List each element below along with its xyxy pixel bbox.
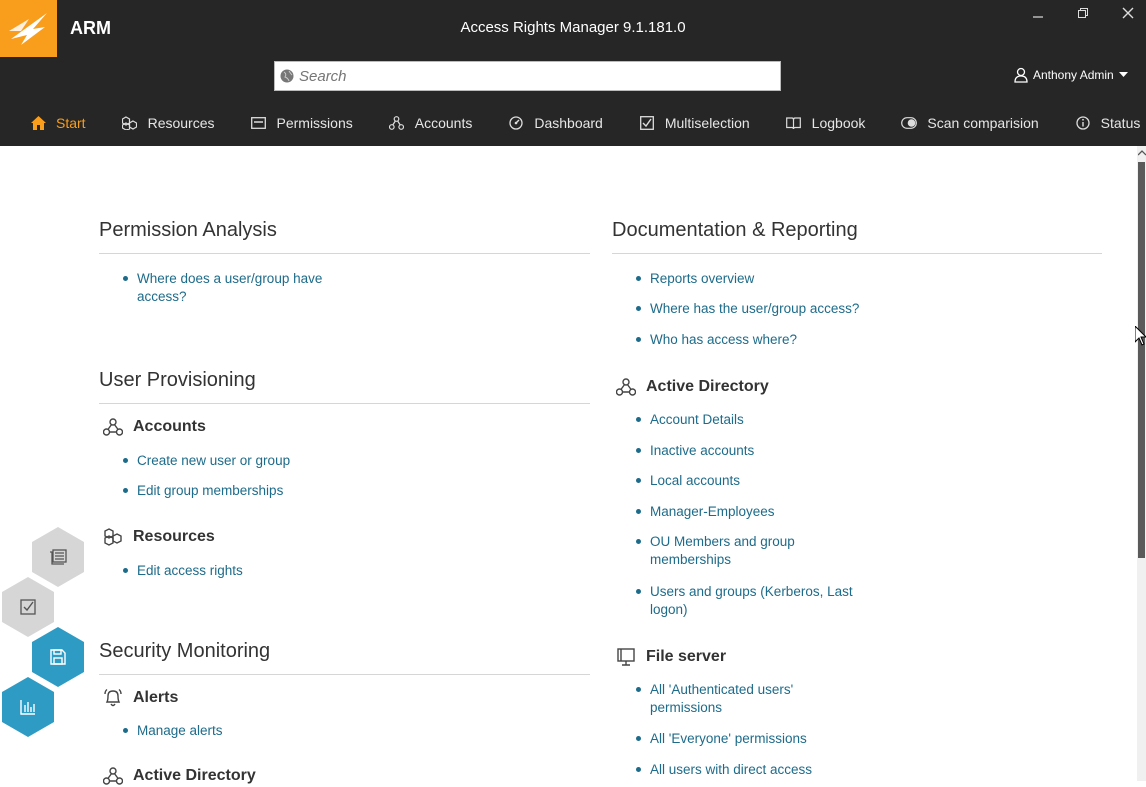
start-page: Permission Analysis Where does a user/gr… [0, 146, 1137, 785]
link-edit-group-memberships[interactable]: Edit group memberships [122, 482, 283, 500]
section-title-documentation-reporting: Documentation & Reporting [612, 219, 1102, 254]
link-where-does-user-have-access[interactable]: Where does a user/group have access? [122, 270, 322, 306]
dashboard-icon [508, 115, 524, 131]
nav-label: Permissions [276, 115, 353, 131]
info-icon [1075, 115, 1091, 131]
link-inactive-accounts[interactable]: Inactive accounts [635, 442, 754, 460]
alert-bell-icon [102, 687, 124, 709]
link-ou-members-and-group-memberships[interactable]: OU Members and group memberships [636, 533, 795, 569]
bar-chart-icon [20, 700, 35, 715]
nav-logbook[interactable]: Logbook [786, 115, 866, 131]
close-icon [1122, 7, 1134, 19]
nav-resources[interactable]: Resources [122, 115, 215, 131]
home-icon [30, 115, 46, 131]
accounts-icon [102, 416, 124, 438]
nav-accounts[interactable]: Accounts [389, 115, 473, 131]
link-edit-access-rights[interactable]: Edit access rights [123, 562, 243, 580]
nav-label: Start [56, 115, 86, 131]
search-input[interactable] [299, 67, 759, 85]
link-create-new-user-or-group[interactable]: Create new user or group [122, 452, 290, 470]
checkbox-icon [639, 115, 655, 131]
nav-status[interactable]: Status [1075, 115, 1141, 131]
minimize-icon [1033, 16, 1043, 18]
report-hex-button[interactable] [32, 527, 84, 587]
link-account-details[interactable]: Account Details [636, 411, 744, 429]
link-where-has-user-group-access[interactable]: Where has the user/group access? [635, 300, 859, 318]
chart-hex-button[interactable] [2, 677, 54, 737]
report-list-icon [50, 549, 67, 565]
window-title: Access Rights Manager 9.1.181.0 [460, 19, 686, 36]
link-manager-employees[interactable]: Manager-Employees [636, 503, 775, 521]
nav-multiselection[interactable]: Multiselection [639, 115, 750, 131]
save-icon [50, 649, 66, 665]
section-title-permission-analysis: Permission Analysis [99, 219, 590, 254]
file-server-icon [615, 646, 637, 668]
nav-label: Multiselection [664, 115, 750, 131]
nav-label: Dashboard [534, 115, 603, 131]
chevron-down-icon [1118, 72, 1128, 77]
accounts-icon [389, 115, 405, 131]
title-bar: ARM Access Rights Manager 9.1.181.0 Anth… [0, 0, 1146, 100]
section-title-user-provisioning: User Provisioning [99, 369, 590, 404]
user-menu[interactable]: Anthony Admin [1014, 67, 1128, 83]
permissions-icon [251, 115, 267, 131]
subheading-alerts: Alerts [102, 687, 178, 709]
resources-icon [122, 115, 138, 131]
subheading-active-directory: Active Directory [102, 765, 256, 787]
globe-icon [280, 69, 294, 83]
checkbox-icon [20, 599, 36, 615]
restore-icon [1078, 8, 1088, 18]
nav-label: Resources [147, 115, 215, 131]
multiselection-hex-button[interactable] [2, 577, 54, 637]
link-all-authenticated-users-permissions[interactable]: All 'Authenticated users' permissions [635, 681, 793, 717]
nav-label: Accounts [414, 115, 473, 131]
link-users-and-groups-kerberos[interactable]: Users and groups (Kerberos, Last logon) [636, 583, 853, 619]
nav-permissions[interactable]: Permissions [251, 115, 353, 131]
link-all-users-with-direct-access[interactable]: All users with direct access [635, 761, 812, 779]
close-button[interactable] [1116, 6, 1140, 26]
subheading-active-directory: Active Directory [615, 376, 769, 398]
link-manage-alerts[interactable]: Manage alerts [123, 722, 223, 740]
toggle-icon [901, 115, 918, 131]
nav-label: Scan comparision [927, 115, 1039, 131]
restore-button[interactable] [1071, 6, 1095, 26]
link-all-everyone-permissions[interactable]: All 'Everyone' permissions [636, 730, 807, 748]
accounts-icon [102, 765, 124, 787]
resources-icon [102, 526, 124, 548]
scroll-up-icon[interactable] [1137, 148, 1146, 158]
subheading-file-server: File server [615, 646, 726, 668]
section-title-security-monitoring: Security Monitoring [99, 640, 590, 675]
nav-scan-comparision[interactable]: Scan comparision [901, 115, 1039, 131]
link-who-has-access-where[interactable]: Who has access where? [635, 331, 797, 349]
minimize-button[interactable] [1026, 6, 1050, 26]
user-icon [1014, 67, 1028, 83]
book-icon [786, 115, 802, 131]
subheading-accounts: Accounts [102, 416, 206, 438]
nav-label: Logbook [811, 115, 866, 131]
accounts-icon [615, 376, 637, 398]
main-nav: Start Resources Permissions Accounts Das… [0, 100, 1146, 146]
nav-label: Status [1100, 115, 1141, 131]
mouse-cursor-icon [1134, 324, 1146, 351]
save-hex-button[interactable] [32, 627, 84, 687]
user-name: Anthony Admin [1033, 68, 1114, 82]
scrollbar-thumb[interactable] [1138, 162, 1145, 558]
link-reports-overview[interactable]: Reports overview [635, 270, 754, 288]
nav-dashboard[interactable]: Dashboard [508, 115, 603, 131]
subheading-resources: Resources [102, 526, 215, 548]
search-box[interactable] [274, 61, 781, 91]
nav-start[interactable]: Start [30, 115, 86, 131]
link-local-accounts[interactable]: Local accounts [635, 472, 740, 490]
vertical-scrollbar[interactable] [1137, 146, 1146, 781]
